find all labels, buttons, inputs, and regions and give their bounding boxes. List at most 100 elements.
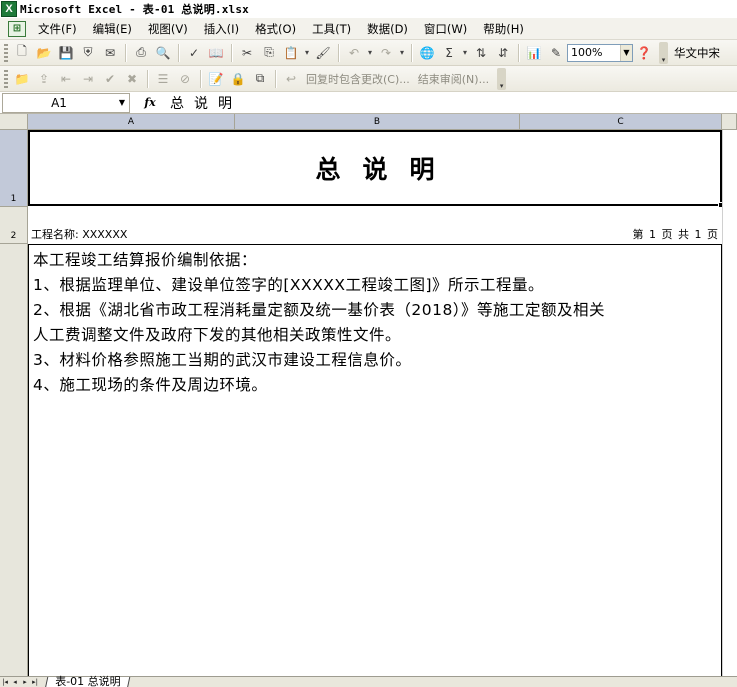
sort-descending-icon[interactable]: ⇵ [493, 43, 513, 63]
excel-app-icon[interactable]: X [1, 1, 17, 17]
menu-window[interactable]: 窗口(W) [416, 19, 475, 39]
spelling-icon[interactable]: ✓ [184, 43, 204, 63]
name-box-value[interactable]: A1 [3, 96, 115, 110]
chart-wizard-icon[interactable]: 📊 [524, 43, 544, 63]
toolbar-separator [125, 43, 126, 62]
row-header-3[interactable] [0, 244, 28, 676]
select-all-corner[interactable] [0, 114, 28, 130]
last-sheet-icon[interactable]: ▸| [30, 677, 40, 687]
chevron-down-icon[interactable]: ▼ [115, 98, 129, 107]
email-icon[interactable]: ✉ [100, 43, 120, 63]
font-name-field[interactable]: 华文中宋 [674, 45, 720, 61]
formula-input[interactable]: 总说明 [170, 93, 242, 113]
row-header-1[interactable]: 1 [0, 130, 28, 207]
prev-sheet-icon[interactable]: ◂ [10, 677, 20, 687]
column-header-d[interactable] [722, 114, 737, 130]
format-painter-icon[interactable]: 🖌 [313, 43, 333, 63]
review-prev-icon[interactable]: ⇤ [56, 69, 76, 89]
toolbar-separator [411, 43, 412, 62]
folder-icon[interactable]: 📁 [12, 69, 32, 89]
cut-icon[interactable]: ✂ [237, 43, 257, 63]
autosum-dropdown-icon[interactable]: ▾ [461, 43, 469, 63]
toolbar-separator [147, 69, 148, 88]
menu-view[interactable]: 视图(V) [140, 19, 196, 39]
row-header-2[interactable]: 2 [0, 207, 28, 244]
new-icon[interactable]: 🗋 [12, 43, 32, 63]
formula-bar: A1 ▼ fx 总说明 [0, 92, 737, 114]
project-row[interactable]: 工程名称: XXXXXX 第 1 页 共 1 页 [28, 207, 722, 244]
title-cell[interactable]: 总说明 [28, 130, 722, 206]
reply-with-changes-button[interactable]: 回复时包含更改(C)... [306, 71, 410, 87]
share-icon[interactable]: ⧉ [250, 69, 270, 89]
toolbar-options-icon[interactable]: ▾ [497, 67, 507, 90]
toolbar-options-icon[interactable]: ▾ [659, 41, 668, 64]
permission-icon[interactable]: ⛨ [78, 43, 98, 63]
reject-change-icon[interactable]: ✖ [122, 69, 142, 89]
sheet-tab-label: 表-01 总说明 [55, 675, 121, 687]
menu-data[interactable]: 数据(D) [359, 19, 416, 39]
page-info-label: 第 1 页 共 1 页 [632, 228, 719, 241]
window-title: Microsoft Excel - 表-01 总说明.xlsx [20, 3, 250, 16]
hyperlink-icon[interactable]: 🌐 [417, 43, 437, 63]
reviewing-toolbar: 📁 ⇪ ⇤ ⇥ ✔ ✖ ☰ ⊘ 📝 🔒 ⧉ ↩ 回复时包含更改(C)... 结束… [0, 66, 737, 92]
toolbar-separator [200, 69, 201, 88]
protect-icon[interactable]: 🔒 [228, 69, 248, 89]
end-review-button[interactable]: 结束审阅(N)... [418, 71, 489, 87]
description-line: 2、根据《湖北省市政工程消耗量定额及统一基价表（2018）》等施工定额及相关 [33, 301, 606, 319]
workbook-icon[interactable]: ⊞ [8, 20, 26, 37]
reply-icon[interactable]: ↩ [281, 69, 301, 89]
toolbar-separator [275, 69, 276, 88]
redo-icon[interactable]: ↷ [376, 43, 396, 63]
description-line: 1、根据监理单位、建设单位签字的[XXXXX工程竣工图]》所示工程量。 [33, 276, 545, 294]
menu-insert[interactable]: 插入(I) [196, 19, 247, 39]
sheet-tab-bar: |◂ ◂ ▸ ▸| 表-01 总说明 [0, 675, 737, 687]
show-comment-icon[interactable]: ☰ [153, 69, 173, 89]
paste-icon[interactable]: 📋 [281, 43, 301, 63]
undo-icon[interactable]: ↶ [344, 43, 364, 63]
help-icon[interactable]: ❓ [634, 43, 654, 63]
review-next-icon[interactable]: ⇥ [78, 69, 98, 89]
zoom-select[interactable]: 100% ▼ [567, 43, 633, 62]
autosum-icon[interactable]: Σ [439, 43, 459, 63]
column-header-b[interactable]: B [235, 114, 520, 130]
menu-edit[interactable]: 编辑(E) [85, 19, 140, 39]
first-sheet-icon[interactable]: |◂ [0, 677, 10, 687]
title-bar: X Microsoft Excel - 表-01 总说明.xlsx [0, 0, 737, 18]
toolbar-separator [178, 43, 179, 62]
toolbar-grip[interactable] [4, 69, 8, 88]
research-icon[interactable]: 📖 [206, 43, 226, 63]
drawing-icon[interactable]: ✎ [546, 43, 566, 63]
review-send-icon[interactable]: ⇪ [34, 69, 54, 89]
copy-icon[interactable]: ⎘ [259, 43, 279, 63]
column-header-c[interactable]: C [520, 114, 722, 130]
sheet-tab-active[interactable]: 表-01 总说明 [44, 675, 131, 687]
track-changes-icon[interactable]: 📝 [206, 69, 226, 89]
toolbar-separator [231, 43, 232, 62]
insert-function-icon[interactable]: fx [130, 96, 170, 109]
paste-dropdown-icon[interactable]: ▾ [303, 43, 311, 63]
print-icon[interactable]: ⎙ [131, 43, 151, 63]
menu-bar: ⊞ 文件(F) 编辑(E) 视图(V) 插入(I) 格式(O) 工具(T) 数据… [0, 18, 737, 40]
chevron-down-icon[interactable]: ▼ [620, 44, 632, 61]
menu-help[interactable]: 帮助(H) [475, 19, 532, 39]
menu-file[interactable]: 文件(F) [30, 19, 85, 39]
accept-change-icon[interactable]: ✔ [100, 69, 120, 89]
redo-dropdown-icon[interactable]: ▾ [398, 43, 406, 63]
sort-ascending-icon[interactable]: ⇅ [471, 43, 491, 63]
toolbar-grip[interactable] [4, 43, 8, 62]
print-preview-icon[interactable]: 🔍 [153, 43, 173, 63]
toolbar-separator [338, 43, 339, 62]
menu-tools[interactable]: 工具(T) [304, 19, 359, 39]
description-cell[interactable]: 本工程竣工结算报价编制依据： 1、根据监理单位、建设单位签字的[XXXXX工程竣… [28, 244, 722, 676]
standard-toolbar: 🗋 📂 💾 ⛨ ✉ ⎙ 🔍 ✓ 📖 ✂ ⎘ 📋 ▾ 🖌 ↶ ▾ ↷ ▾ 🌐 Σ … [0, 40, 737, 66]
column-header-a[interactable]: A [28, 114, 235, 130]
name-box[interactable]: A1 ▼ [2, 92, 130, 113]
undo-dropdown-icon[interactable]: ▾ [366, 43, 374, 63]
hide-comment-icon[interactable]: ⊘ [175, 69, 195, 89]
description-line: 3、材料价格参照施工当期的武汉市建设工程信息价。 [33, 351, 412, 369]
save-icon[interactable]: 💾 [56, 43, 76, 63]
open-icon[interactable]: 📂 [34, 43, 54, 63]
column-d-cells[interactable] [722, 130, 737, 676]
menu-format[interactable]: 格式(O) [247, 19, 304, 39]
next-sheet-icon[interactable]: ▸ [20, 677, 30, 687]
